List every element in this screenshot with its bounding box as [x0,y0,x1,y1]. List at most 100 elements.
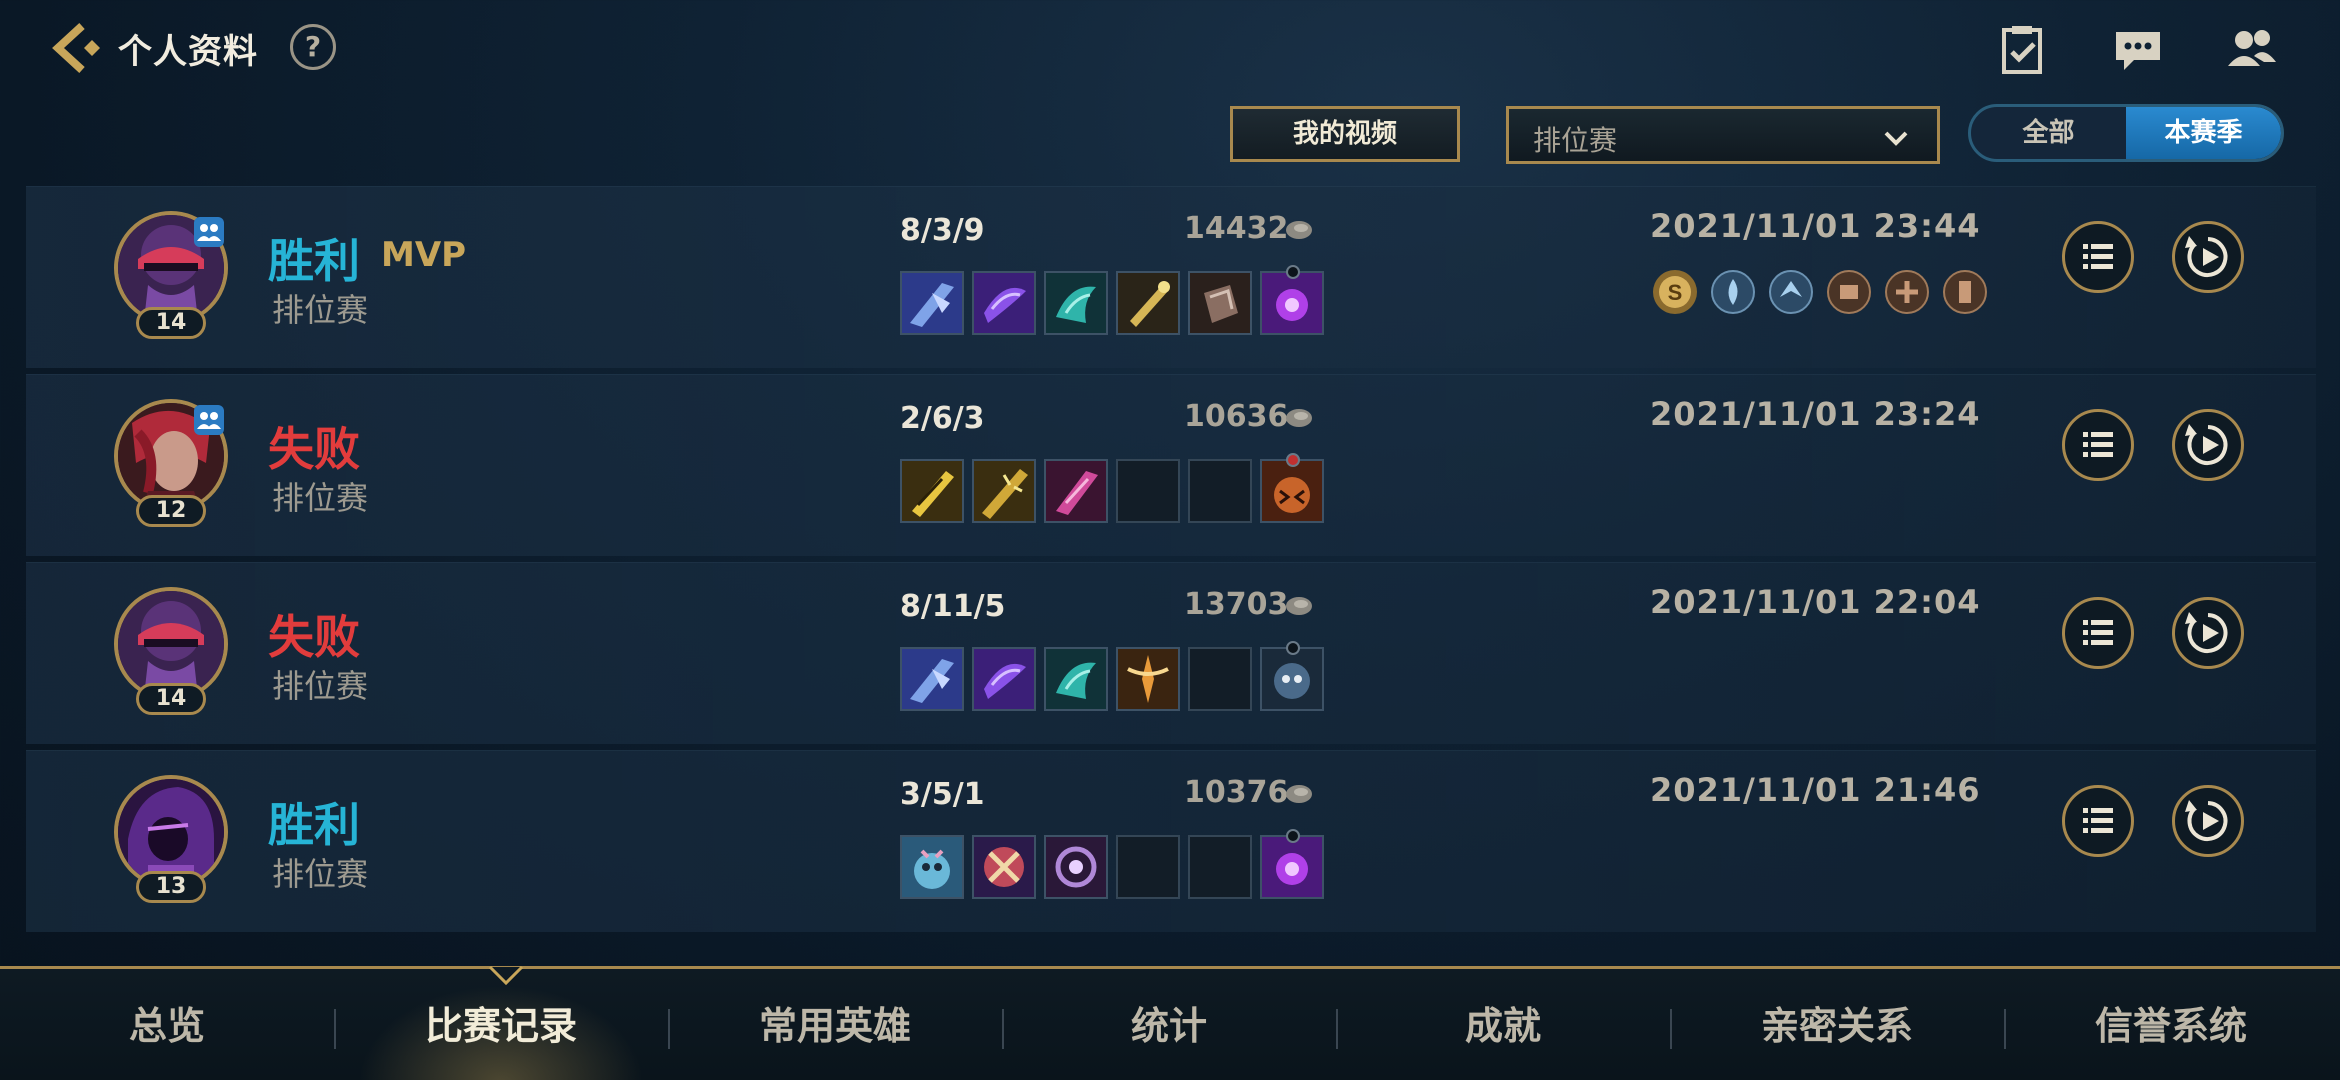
tab-favorite-champions[interactable]: 常用英雄 [668,969,1002,1080]
trinket-pip [1286,641,1300,655]
replay-button[interactable] [2172,221,2244,293]
wing-medal-icon [1766,267,1816,317]
match-detail-button[interactable] [2062,221,2134,293]
gold-icon [1284,783,1314,805]
kda: 8/11/5 [900,589,1006,624]
champion-level: 13 [136,871,206,903]
item-slot[interactable] [1188,271,1252,335]
item-slot[interactable] [1044,271,1108,335]
trinket-pip [1286,265,1300,279]
champion-level: 14 [136,683,206,715]
chevron-down-icon [1881,123,1911,153]
item-slot[interactable] [972,835,1036,899]
champion-level: 14 [136,307,206,339]
match-row[interactable]: 13 胜利 排位赛 3/5/1 10376 2021/11/01 21:46 [26,750,2316,932]
match-row[interactable]: 12 失败 排位赛 2/6/3 10636 2021/11/01 23:24 [26,374,2316,556]
item-slot[interactable] [1044,835,1108,899]
gold-icon [1284,407,1314,429]
game-mode-select[interactable]: 排位赛 [1506,106,1940,164]
match-result: 失败 [268,610,360,664]
party-icon [194,405,224,435]
item-slot[interactable] [1044,459,1108,523]
empty-item-slot[interactable] [1116,459,1180,523]
gold-amount: 14432 [1184,211,1289,246]
item-slot[interactable] [972,459,1036,523]
match-row[interactable]: 14 失败 排位赛 8/11/5 13703 2021/11/01 22:04 [26,562,2316,744]
empty-item-slot[interactable] [1188,459,1252,523]
match-mode: 排位赛 [272,667,369,705]
scope-all-option[interactable]: 全部 [1971,107,2126,159]
bottom-nav: 总览 比赛记录 常用英雄 统计 成就 亲密关系 信誉系统 [0,965,2340,1080]
match-result: 失败 [268,422,360,476]
match-result: 胜利 [268,798,360,852]
item-slot[interactable] [1116,271,1180,335]
gold-icon [1284,595,1314,617]
tab-honor-system[interactable]: 信誉系统 [2004,969,2338,1080]
my-videos-button[interactable]: 我的视频 [1230,106,1460,162]
game-mode-select-value: 排位赛 [1533,124,1618,157]
match-time: 2021/11/01 21:46 [1650,771,1981,809]
mvp-label: MVP [381,235,467,275]
replay-button[interactable] [2172,409,2244,481]
item-slot[interactable] [900,459,964,523]
gold-amount: 10376 [1184,775,1289,810]
match-time: 2021/11/01 22:04 [1650,583,1981,621]
trinket-pip [1286,829,1300,843]
trinket-pip [1286,453,1300,467]
match-result: 胜利 [268,234,360,288]
match-mode: 排位赛 [272,291,369,329]
help-icon[interactable]: ? [290,24,336,70]
svg-text:S: S [1668,280,1683,305]
tower-medal-icon [1940,267,1990,317]
item-slot[interactable] [1116,647,1180,711]
empty-item-slot[interactable] [1188,835,1252,899]
match-detail-button[interactable] [2062,597,2134,669]
checklist-icon[interactable] [1994,22,2050,78]
gold-amount: 13703 [1184,587,1289,622]
match-detail-button[interactable] [2062,785,2134,857]
trinket-slot[interactable] [1260,265,1324,335]
match-time: 2021/11/01 23:44 [1650,207,1981,245]
item-slot[interactable] [900,271,964,335]
tab-overview[interactable]: 总览 [0,969,334,1080]
scope-season-option[interactable]: 本赛季 [2126,107,2281,159]
kda: 8/3/9 [900,213,985,248]
match-mode: 排位赛 [272,479,369,517]
back-arrow-icon[interactable] [48,18,108,78]
replay-button[interactable] [2172,597,2244,669]
page-title: 个人资料 [118,32,258,72]
kda: 2/6/3 [900,401,985,436]
party-icon [194,217,224,247]
chat-icon[interactable] [2110,22,2166,78]
scope-toggle: 全部 本赛季 [1968,104,2284,162]
tab-match-history[interactable]: 比赛记录 [334,969,668,1080]
trinket-slot[interactable] [1260,829,1324,899]
match-row[interactable]: 14 胜利 MVP 排位赛 8/3/9 14432 2021/11/01 23:… [26,186,2316,368]
item-slot[interactable] [972,271,1036,335]
item-slot[interactable] [1044,647,1108,711]
trinket-slot[interactable] [1260,641,1324,711]
item-slot[interactable] [900,835,964,899]
empty-item-slot[interactable] [1188,647,1252,711]
match-detail-button[interactable] [2062,409,2134,481]
gold-amount: 10636 [1184,399,1289,434]
item-slot[interactable] [900,647,964,711]
tab-stats[interactable]: 统计 [1002,969,1336,1080]
cross-medal-icon [1882,267,1932,317]
top-bar: 个人资料 ? [0,0,2340,96]
match-time: 2021/11/01 23:24 [1650,395,1981,433]
tab-relationships[interactable]: 亲密关系 [1670,969,2004,1080]
replay-button[interactable] [2172,785,2244,857]
item-slot[interactable] [972,647,1036,711]
s-rank-medal-icon: S [1650,267,1700,317]
gold-icon [1284,219,1314,241]
trinket-slot[interactable] [1260,453,1324,523]
match-mode: 排位赛 [272,855,369,893]
kda: 3/5/1 [900,777,985,812]
tab-achievements[interactable]: 成就 [1336,969,1670,1080]
champion-level: 12 [136,495,206,527]
empty-item-slot[interactable] [1116,835,1180,899]
gold-medal-icon [1824,267,1874,317]
flame-medal-icon [1708,267,1758,317]
friends-icon[interactable] [2224,22,2280,78]
